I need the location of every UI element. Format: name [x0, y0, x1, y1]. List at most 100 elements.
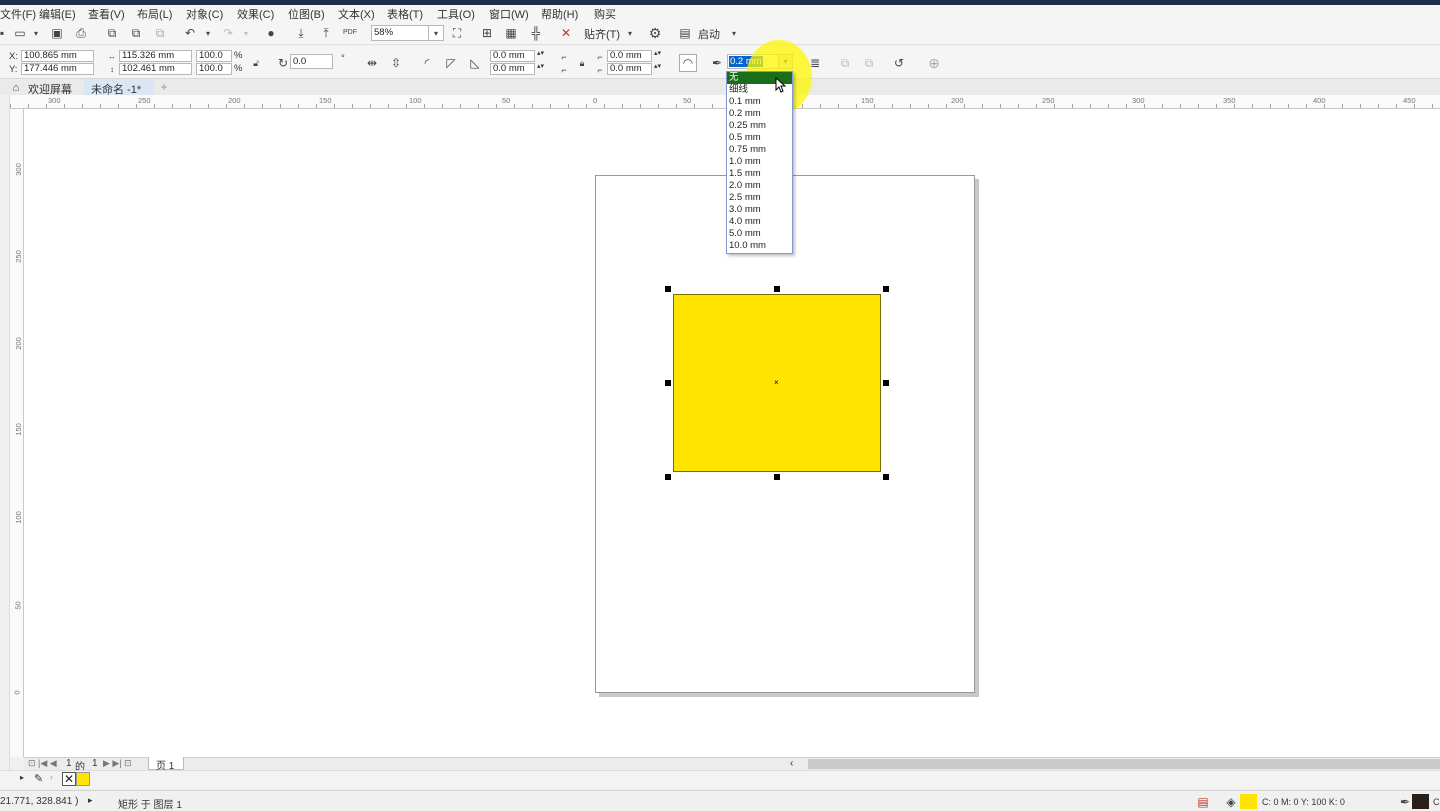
corner-top-right-spinner[interactable]: ▴▾ — [654, 49, 661, 57]
selection-handle[interactable] — [883, 474, 889, 480]
corner-top-right-field[interactable]: 0.0 mm — [607, 50, 652, 62]
menu-window[interactable]: 窗口(W) — [489, 6, 529, 22]
export-icon[interactable]: ⤒ — [318, 25, 334, 41]
outline-width-option[interactable]: 3.0 mm — [727, 204, 792, 216]
options-gear-icon[interactable]: ⚙ — [647, 25, 663, 41]
scale-y-field[interactable]: 100.0 — [196, 63, 232, 75]
selection-handle[interactable] — [774, 286, 780, 292]
home-icon[interactable]: ⌂ — [8, 80, 24, 96]
corner-bottom-left-spinner[interactable]: ▴▾ — [537, 62, 544, 70]
outline-width-option[interactable]: 0.75 mm — [727, 144, 792, 156]
cut-icon[interactable]: ⧉ — [104, 25, 120, 41]
new-icon[interactable]: ▪ — [0, 25, 10, 41]
outline-width-option[interactable]: 0.2 mm — [727, 108, 792, 120]
paste-icon[interactable]: ⧉ — [152, 25, 168, 41]
import-icon[interactable]: ⤓ — [293, 25, 309, 41]
relative-corner-icon[interactable]: ◠ — [679, 54, 697, 72]
to-front-icon[interactable]: ⧉ — [837, 55, 853, 71]
menu-edit[interactable]: 编辑(E) — [39, 6, 76, 22]
full-screen-icon[interactable]: ⛶ — [449, 25, 465, 41]
outline-width-option[interactable]: 5.0 mm — [727, 228, 792, 240]
menu-table[interactable]: 表格(T) — [387, 6, 423, 22]
outline-color-swatch[interactable] — [1412, 794, 1429, 809]
menu-view[interactable]: 查看(V) — [88, 6, 125, 22]
corner-bottom-right-field[interactable]: 0.0 mm — [607, 63, 652, 75]
open-icon[interactable]: ▭ — [12, 25, 28, 41]
redo-icon[interactable]: ↷ — [220, 25, 236, 41]
page-nav-next-controls[interactable]: ▶ ▶| ⊡ — [103, 758, 132, 769]
horizontal-ruler[interactable]: 300 250 200 150 100 50 0 50 100 150 200 … — [10, 95, 1440, 109]
palette-expand-icon[interactable]: ▸ — [20, 773, 24, 782]
outline-width-option[interactable]: 0.5 mm — [727, 132, 792, 144]
undo-icon[interactable]: ↶ — [182, 25, 198, 41]
corner-bottom-right-spinner[interactable]: ▴▾ — [654, 62, 661, 70]
outline-width-option[interactable]: 1.0 mm — [727, 156, 792, 168]
pdf-icon[interactable]: PDF — [342, 24, 358, 40]
add-tab-icon[interactable]: + — [156, 79, 172, 95]
menu-text[interactable]: 文本(X) — [338, 6, 375, 22]
scale-x-field[interactable]: 100.0 — [196, 50, 232, 62]
convert-to-curves-icon[interactable]: ↺ — [891, 55, 907, 71]
yellow-rectangle[interactable]: × — [673, 294, 881, 472]
corner-bottom-left-field[interactable]: 0.0 mm — [490, 63, 535, 75]
page-nav-controls[interactable]: ⊡ |◀ ◀ — [28, 758, 57, 769]
fill-color-swatch[interactable] — [1240, 794, 1257, 809]
corner-link-bottom-icon[interactable]: ⌐ — [556, 62, 572, 78]
palette-scroll-icon[interactable]: ‹ — [50, 772, 53, 782]
status-arrow-icon[interactable]: ▸ — [88, 795, 93, 806]
corner-lock-icon[interactable]: 🔒︎ — [574, 55, 590, 71]
page-tab[interactable]: 页 1 — [148, 757, 184, 772]
outline-width-option[interactable]: 2.0 mm — [727, 180, 792, 192]
zoom-dropdown-icon[interactable]: ▾ — [428, 25, 444, 41]
menu-bitmap[interactable]: 位图(B) — [288, 6, 325, 22]
color-profile-icon[interactable]: ▤ — [1195, 794, 1211, 810]
snap-to-label[interactable]: 贴齐(T) — [584, 26, 620, 42]
width-field[interactable]: 115.326 mm — [119, 50, 192, 62]
horizontal-scrollbar[interactable] — [808, 759, 1440, 769]
vertical-ruler[interactable]: 300 250 200 150 100 50 0 — [10, 109, 24, 757]
eyedropper-icon[interactable]: ✎ — [34, 772, 43, 785]
scalloped-corner-icon[interactable]: ◸ — [443, 55, 459, 71]
selection-handle[interactable] — [665, 474, 671, 480]
no-color-swatch[interactable]: ✕ — [62, 772, 76, 786]
rulers-icon[interactable]: ⊞ — [479, 25, 495, 41]
menu-help[interactable]: 帮助(H) — [541, 6, 578, 22]
selection-handle[interactable] — [665, 286, 671, 292]
height-field[interactable]: 102.461 mm — [119, 63, 192, 75]
menu-file[interactable]: 文件(F) — [0, 6, 36, 22]
guidelines-icon[interactable]: ╬ — [528, 25, 544, 41]
x-position-field[interactable]: 100.865 mm — [21, 50, 94, 62]
lock-ratio-icon[interactable]: 🔓︎ — [248, 55, 264, 71]
redo-dropdown-icon[interactable]: ▾ — [238, 25, 254, 41]
add-preset-icon[interactable]: ⊕ — [926, 55, 942, 71]
mirror-vertical-icon[interactable]: ⇳ — [388, 55, 404, 71]
selection-handle[interactable] — [774, 474, 780, 480]
grid-icon[interactable]: ▦ — [503, 25, 519, 41]
outline-width-option[interactable]: 1.5 mm — [727, 168, 792, 180]
mirror-horizontal-icon[interactable]: ⇹ — [364, 55, 380, 71]
outline-width-option[interactable]: 0.1 mm — [727, 96, 792, 108]
launch-icon[interactable]: ▤ — [677, 25, 693, 41]
search-content-icon[interactable]: ● — [263, 25, 279, 41]
chamfer-corner-icon[interactable]: ◺ — [467, 55, 483, 71]
selection-handle[interactable] — [665, 380, 671, 386]
launch-label[interactable]: 启动 — [698, 26, 720, 42]
corner-top-left-field[interactable]: 0.0 mm — [490, 50, 535, 62]
rotation-field[interactable]: 0.0 — [290, 54, 333, 69]
outline-width-dropdown-list[interactable]: 无细线 0.1 mm 0.2 mm 0.25 mm 0.5 mm 0.75 mm 1.0 m… — [726, 71, 793, 254]
round-corner-icon[interactable]: ◜ — [419, 55, 435, 71]
selection-handle[interactable] — [883, 380, 889, 386]
y-position-field[interactable]: 177.446 mm — [21, 63, 94, 75]
corner-bottom-right-icon[interactable]: ⌐ — [592, 62, 608, 78]
open-dropdown-icon[interactable]: ▾ — [28, 25, 44, 41]
menu-object[interactable]: 对象(C) — [186, 6, 223, 22]
outline-width-option[interactable]: 10.0 mm — [727, 240, 792, 252]
snap-off-icon[interactable]: ✕ — [558, 25, 574, 41]
menu-buy[interactable]: 购买 — [594, 6, 616, 22]
save-icon[interactable]: ▣ — [49, 25, 65, 41]
yellow-swatch[interactable] — [76, 772, 90, 786]
copy-icon[interactable]: ⧉ — [128, 25, 144, 41]
corner-top-left-spinner[interactable]: ▴▾ — [537, 49, 544, 57]
scroll-left-icon[interactable]: ‹ — [790, 759, 807, 769]
outline-width-option[interactable]: 2.5 mm — [727, 192, 792, 204]
